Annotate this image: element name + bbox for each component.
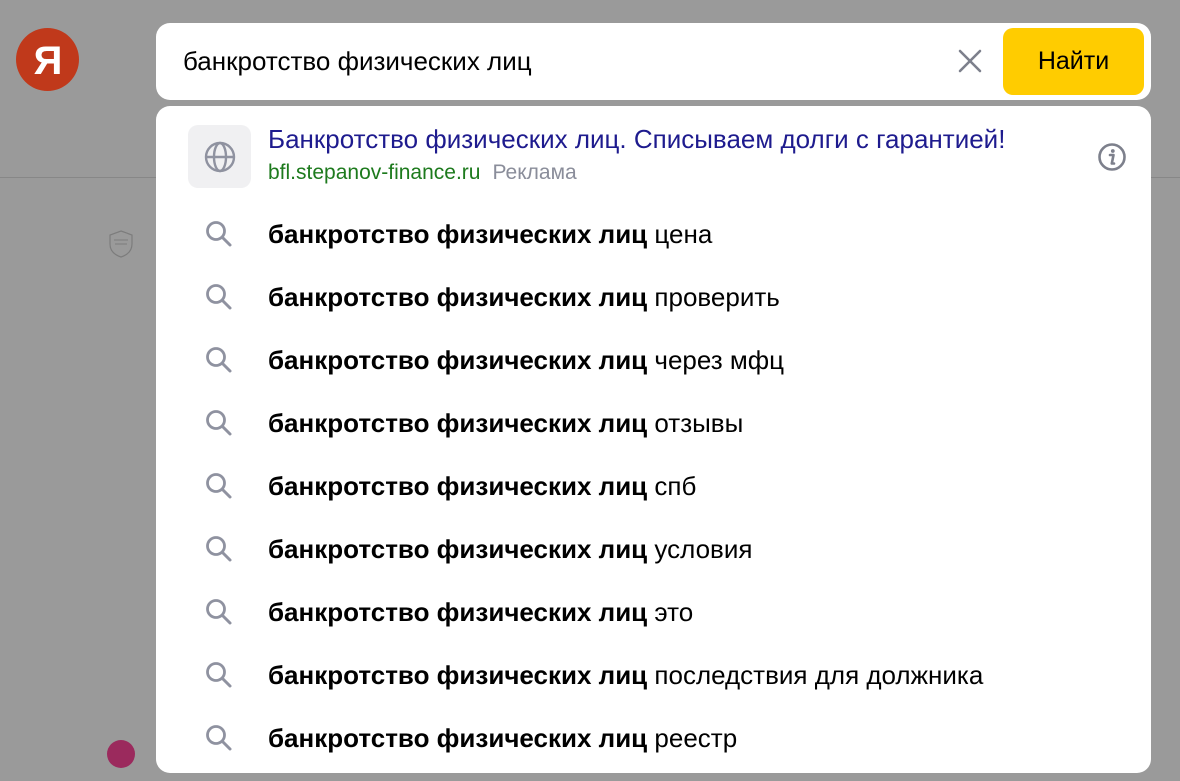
suggestion-completion: цена [654,219,713,249]
suggestion-query: банкротство физических лиц [268,282,648,312]
suggestion-text: банкротство физических лиц через мфц [268,329,784,392]
suggestion-text: банкротство физических лиц цена [268,203,712,266]
suggestion-query: банкротство физических лиц [268,660,648,690]
suggestion-query: банкротство физических лиц [268,534,648,564]
search-form: Найти [156,23,1151,100]
yandex-logo[interactable]: Я [16,28,79,91]
search-submit-button[interactable]: Найти [1003,28,1144,95]
suggestion-text: банкротство физических лиц спб [268,455,696,518]
search-icon [206,284,232,310]
suggestion-completion: через мфц [654,345,785,375]
suggestion-row[interactable]: банкротство физических лиц последствия д… [156,644,1151,707]
ad-favicon [188,125,251,188]
suggestion-text: банкротство физических лиц условия [268,518,752,581]
ad-url[interactable]: bfl.stepanov-finance.ru [268,161,480,184]
search-icon [206,536,232,562]
suggestion-text: банкротство физических лиц последствия д… [268,644,983,707]
info-icon[interactable] [1097,142,1127,172]
suggestion-query: банкротство физических лиц [268,597,648,627]
suggestion-completion: последствия для должника [654,660,984,690]
suggestion-row[interactable]: банкротство физических лиц это [156,581,1151,644]
suggestion-query: банкротство физических лиц [268,408,648,438]
search-icon [206,473,232,499]
clear-search-button[interactable] [952,43,988,79]
search-icon [206,410,232,436]
background-avatar-dot [107,740,135,768]
svg-text:Я: Я [33,40,62,80]
search-input[interactable] [183,23,943,100]
search-icon [206,599,232,625]
ad-meta: bfl.stepanov-finance.ru Реклама [268,161,577,185]
suggestion-row[interactable]: банкротство физических лиц цена [156,203,1151,266]
suggestion-row[interactable]: банкротство физических лиц условия [156,518,1151,581]
suggestion-text: банкротство физических лиц реестр [268,707,737,770]
suggestion-query: банкротство физических лиц [268,345,648,375]
search-icon [206,347,232,373]
ad-label: Реклама [492,161,577,184]
suggestion-completion: отзывы [654,408,744,438]
suggestion-text: банкротство физических лиц проверить [268,266,780,329]
suggestion-query: банкротство физических лиц [268,219,648,249]
suggestion-row[interactable]: банкротство физических лиц отзывы [156,392,1151,455]
suggestion-completion: условия [654,534,753,564]
suggestion-row[interactable]: банкротство физических лиц спб [156,455,1151,518]
suggestions-dropdown: Банкротство физических лиц. Списываем до… [156,106,1151,773]
suggestion-text: банкротство физических лиц отзывы [268,392,743,455]
suggestion-row[interactable]: банкротство физических лиц реестр [156,707,1151,770]
close-icon [958,49,982,73]
suggestion-completion: это [654,597,694,627]
suggestion-row[interactable]: банкротство физических лиц проверить [156,266,1151,329]
suggestion-query: банкротство физических лиц [268,723,648,753]
suggestion-completion: спб [654,471,697,501]
logo-letter-icon: Я [33,40,62,80]
ad-suggestion[interactable]: Банкротство физических лиц. Списываем до… [156,106,1151,198]
ad-title[interactable]: Банкротство физических лиц. Списываем до… [268,124,1005,155]
suggestion-completion: проверить [654,282,780,312]
suggestion-query: банкротство физических лиц [268,471,648,501]
globe-icon [204,141,235,172]
suggestion-text: банкротство физических лиц это [268,581,693,644]
search-icon [206,221,232,247]
background-badge-icon [109,230,133,258]
search-icon [206,725,232,751]
suggestion-row[interactable]: банкротство физических лиц через мфц [156,329,1151,392]
suggestion-completion: реестр [654,723,738,753]
search-icon [206,662,232,688]
